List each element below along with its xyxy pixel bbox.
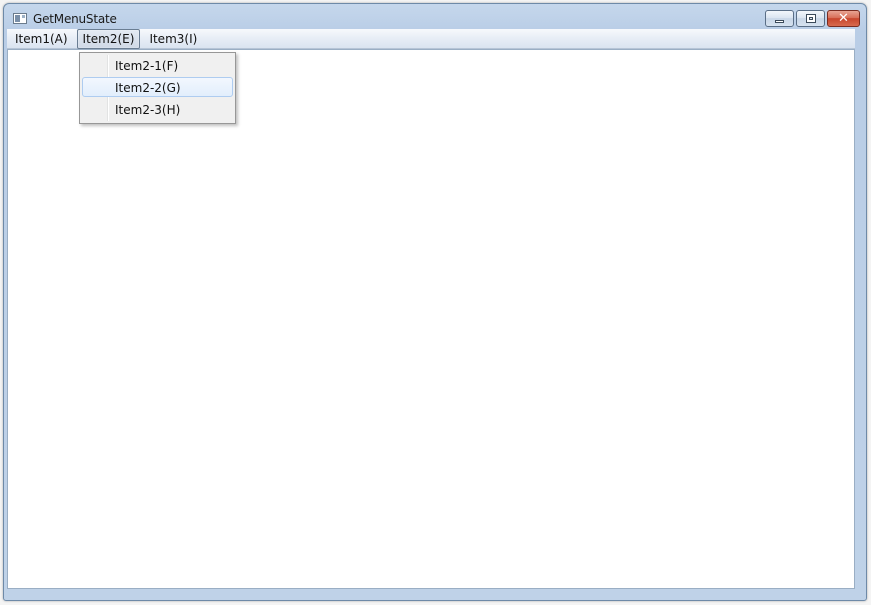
menu-item2[interactable]: Item2(E) — [76, 28, 141, 49]
minimize-button[interactable] — [765, 10, 794, 27]
close-button[interactable]: ✕ — [827, 10, 860, 27]
menu-item2-3[interactable]: Item2-3(H) — [82, 99, 233, 119]
minimize-icon — [775, 20, 784, 23]
menu-item1[interactable]: Item1(A) — [9, 29, 74, 49]
client-area[interactable] — [7, 49, 855, 589]
menu-item2-1[interactable]: Item2-1(F) — [82, 55, 233, 75]
caption-buttons: ✕ — [765, 10, 860, 28]
item2-dropdown-menu: Item2-1(F) Item2-2(G) Item2-3(H) — [79, 52, 236, 124]
menu-item2-2[interactable]: Item2-2(G) — [82, 77, 233, 97]
maximize-icon — [806, 14, 816, 23]
maximize-button[interactable] — [796, 10, 825, 27]
close-icon: ✕ — [838, 11, 849, 26]
window-title: GetMenuState — [33, 12, 117, 26]
app-window-icon[interactable] — [13, 13, 27, 24]
menu-bar: Item1(A) Item2(E) Item3(I) — [7, 28, 855, 49]
menu-item3[interactable]: Item3(I) — [143, 29, 203, 49]
